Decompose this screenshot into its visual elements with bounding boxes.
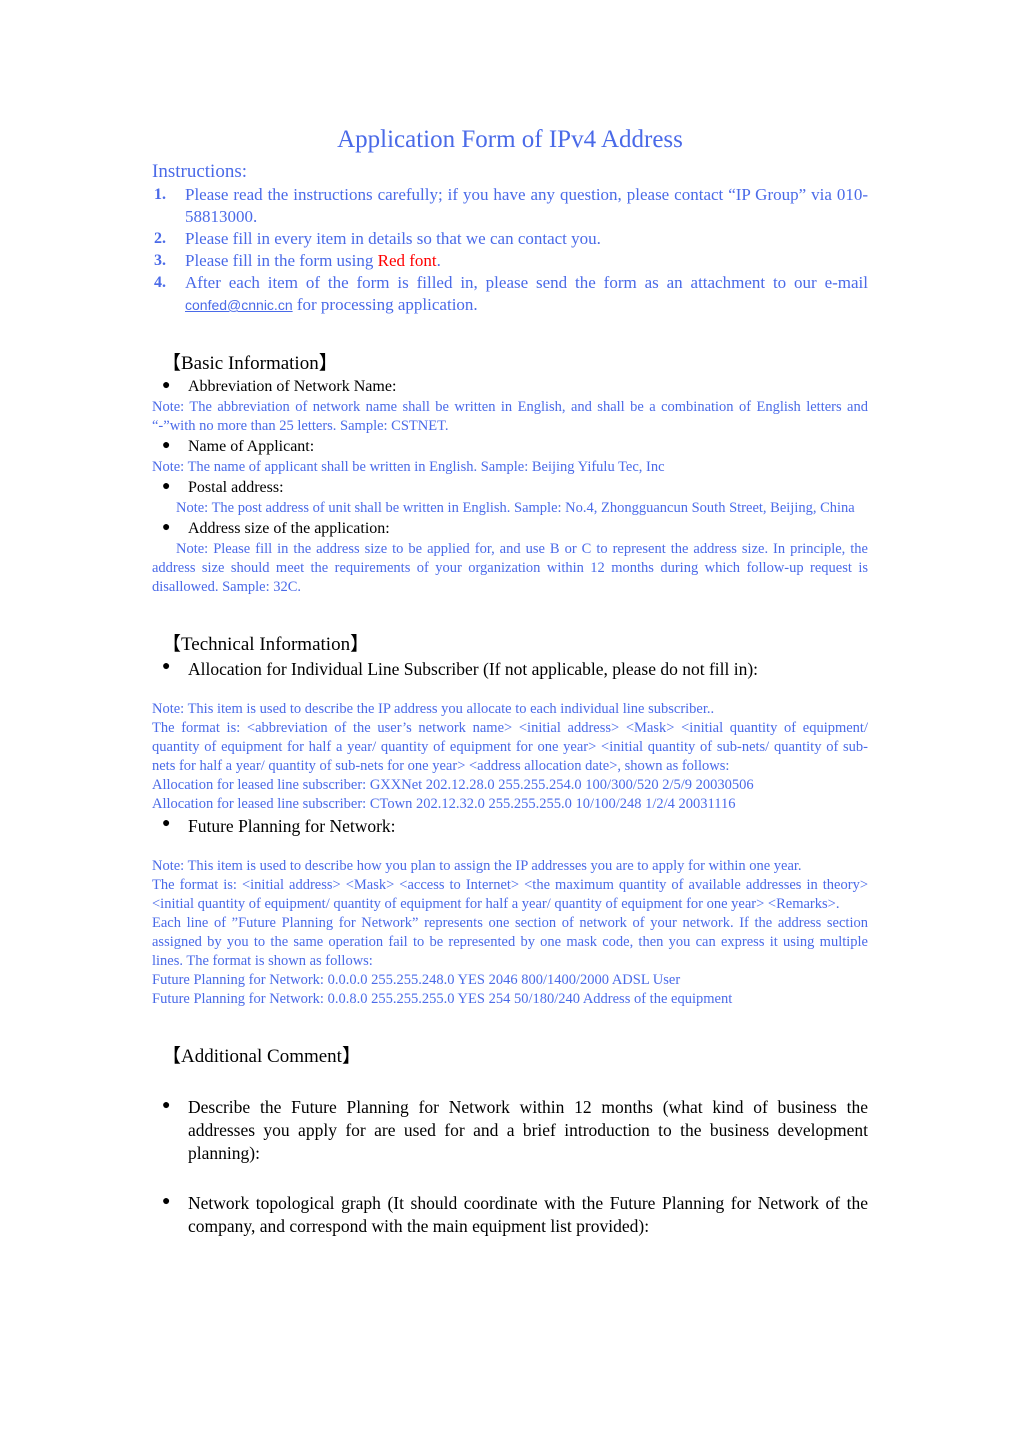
- bullet-icon: ●: [162, 1194, 171, 1209]
- instruction-item-2: 2. Please fill in every item in details …: [152, 228, 868, 250]
- bullet-label: Network topological graph (It should coo…: [188, 1193, 868, 1236]
- bullet-icon: ●: [162, 479, 171, 494]
- instruction-text-after: for processing application.: [292, 295, 478, 314]
- note-future-format: The format is: <initial address> <Mask> …: [152, 877, 868, 912]
- note-future-explanation: Each line of ”Future Planning for Networ…: [152, 915, 868, 969]
- note-postal-address: Note: The post address of unit shall be …: [176, 500, 855, 516]
- instruction-item-4: 4. After each item of the form is filled…: [152, 272, 868, 316]
- section-heading-additional-comment: 【Additional Comment】: [162, 1046, 361, 1067]
- bullet-abbreviation-of-network-name: ● Abbreviation of Network Name:: [152, 376, 868, 398]
- section-heading-basic-information: 【Basic Information】: [162, 353, 338, 374]
- additional-comment-items: ● Describe the Future Planning for Netwo…: [152, 1096, 868, 1238]
- instruction-text-before: Please fill in the form using: [185, 251, 378, 270]
- list-number: 1.: [154, 186, 166, 203]
- bullet-address-size: ● Address size of the application:: [152, 518, 868, 540]
- bullet-icon: ●: [162, 816, 171, 831]
- instructions-label: Instructions:: [152, 161, 247, 182]
- page-title: Application Form of IPv4 Address: [337, 126, 683, 153]
- instruction-item-3: 3. Please fill in the form using Red fon…: [152, 250, 868, 272]
- technical-information-items: ● Allocation for Individual Line Subscri…: [152, 657, 868, 1009]
- list-number: 4.: [154, 274, 166, 291]
- bullet-label: Abbreviation of Network Name:: [188, 378, 397, 395]
- note-name-of-applicant: Note: The name of applicant shall be wri…: [152, 459, 665, 475]
- bullet-future-planning-for-network: ● Future Planning for Network:: [152, 814, 868, 838]
- bullet-network-topological-graph: ● Network topological graph (It should c…: [152, 1192, 868, 1238]
- email-link[interactable]: confed@cnnic.cn: [185, 297, 293, 313]
- bullet-label: Name of Applicant:: [188, 438, 315, 455]
- note-future-sample-2: Future Planning for Network: 0.0.8.0 255…: [152, 991, 733, 1007]
- bullet-label: Address size of the application:: [188, 520, 390, 537]
- instruction-text-before: After each item of the form is filled in…: [185, 273, 868, 292]
- basic-information-items: ● Abbreviation of Network Name: Note: Th…: [152, 376, 868, 597]
- document-page: Application Form of IPv4 Address Instruc…: [152, 0, 868, 1238]
- instruction-text: Please read the instructions carefully; …: [185, 185, 868, 226]
- bullet-icon: ●: [162, 378, 171, 393]
- list-number: 2.: [154, 230, 166, 247]
- bullet-label: Future Planning for Network:: [188, 816, 396, 836]
- note-allocation-sample-2: Allocation for leased line subscriber: C…: [152, 796, 736, 812]
- bullet-label: Allocation for Individual Line Subscribe…: [188, 659, 759, 679]
- bullet-icon: ●: [162, 1098, 171, 1113]
- bullet-describe-future-planning: ● Describe the Future Planning for Netwo…: [152, 1096, 868, 1165]
- note-allocation-sample-1: Allocation for leased line subscriber: G…: [152, 777, 754, 793]
- bullet-icon: ●: [162, 520, 171, 535]
- instructions-list: 1. Please read the instructions carefull…: [152, 184, 868, 316]
- bullet-name-of-applicant: ● Name of Applicant:: [152, 436, 868, 458]
- bullet-icon: ●: [162, 438, 171, 453]
- bullet-label: Postal address:: [188, 479, 284, 496]
- note-address-size: Note: Please fill in the address size to…: [152, 541, 868, 595]
- bullet-icon: ●: [162, 659, 171, 674]
- red-font-highlight: Red font: [377, 251, 437, 270]
- note-abbreviation: Note: The abbreviation of network name s…: [152, 399, 868, 434]
- instruction-item-1: 1. Please read the instructions carefull…: [152, 184, 868, 228]
- note-allocation-format: The format is: <abbreviation of the user…: [152, 720, 868, 774]
- note-allocation-intro: Note: This item is used to describe the …: [152, 701, 715, 717]
- instruction-text-after: .: [436, 251, 441, 270]
- bullet-label: Describe the Future Planning for Network…: [188, 1097, 868, 1163]
- bullet-postal-address: ● Postal address:: [152, 477, 868, 499]
- instruction-text: Please fill in every item in details so …: [185, 229, 601, 248]
- bullet-allocation-individual-line-subscriber: ● Allocation for Individual Line Subscri…: [152, 657, 868, 681]
- list-number: 3.: [154, 252, 166, 269]
- note-future-sample-1: Future Planning for Network: 0.0.0.0 255…: [152, 972, 681, 988]
- note-future-intro: Note: This item is used to describe how …: [152, 858, 802, 874]
- section-heading-technical-information: 【Technical Information】: [162, 634, 370, 655]
